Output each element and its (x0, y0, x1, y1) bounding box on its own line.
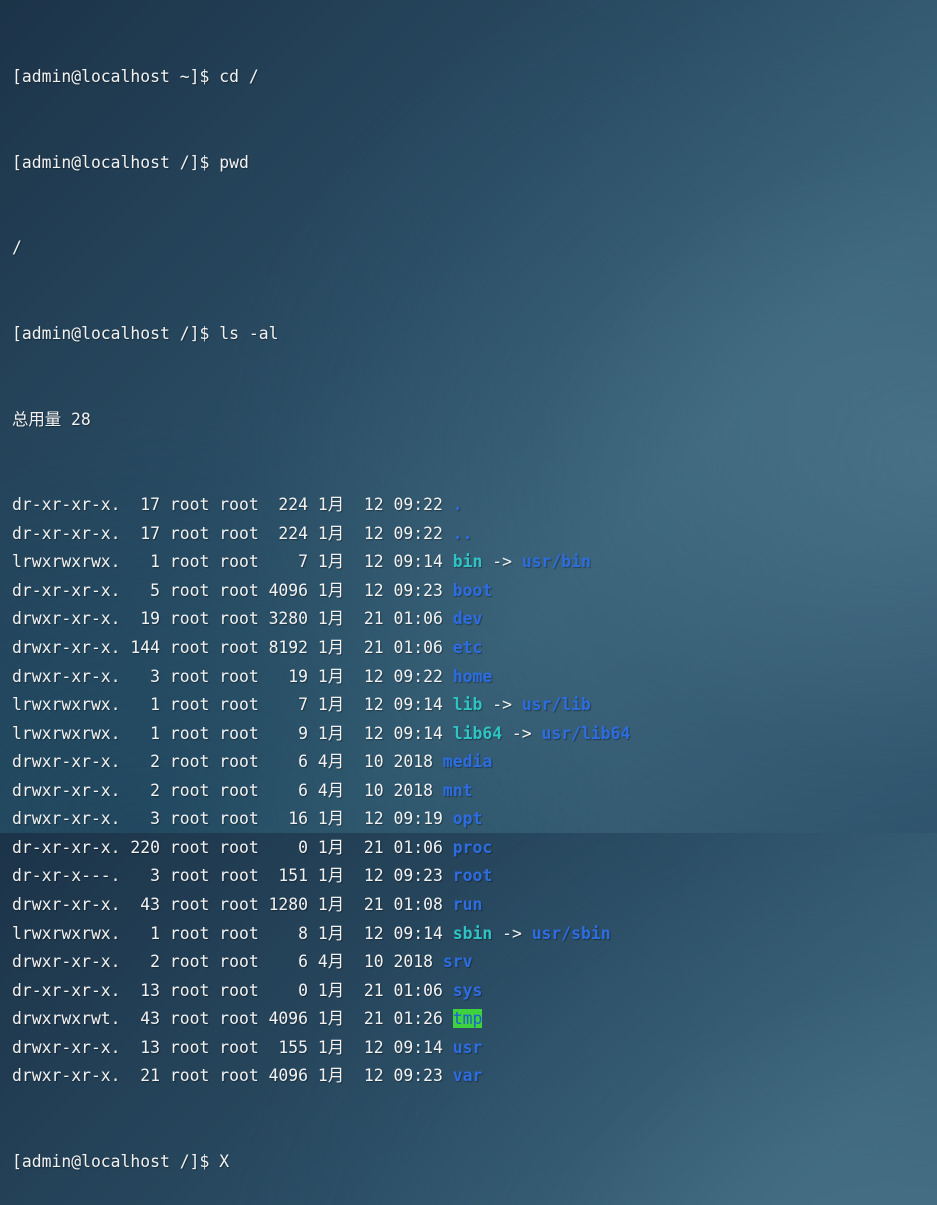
ls-entry-meta: dr-xr-x---. 3 root root 151 1月 12 09:23 (12, 866, 453, 886)
ls-entry-name: usr (452, 1037, 483, 1057)
ls-entry-meta: drwxr-xr-x. 21 root root 4096 1月 12 09:2… (12, 1066, 453, 1086)
ls-entry-meta: drwxr-xr-x. 43 root root 1280 1月 21 01:0… (12, 894, 453, 914)
ls-entry-meta: drwxr-xr-x. 3 root root 19 1月 12 09:22 (12, 666, 453, 686)
ls-entry-name: .. (452, 523, 473, 543)
ls-entry-meta: drwxr-xr-x. 19 root root 3280 1月 21 01:0… (12, 609, 453, 629)
command-text: cd / (219, 67, 259, 87)
command-line-current[interactable]: [admin@localhost /]$ X (12, 1148, 932, 1177)
ls-entry-meta: dr-xr-xr-x. 5 root root 4096 1月 12 09:23 (12, 580, 453, 600)
ls-entry-row: drwxr-xr-x. 2 root root 6 4月 10 2018 srv (12, 948, 932, 977)
ls-entry-meta: drwxr-xr-x. 144 root root 8192 1月 21 01:… (12, 638, 453, 658)
ls-entry-meta: dr-xr-xr-x. 17 root root 224 1月 12 09:22 (12, 495, 453, 515)
ls-entry-row: dr-xr-xr-x. 220 root root 0 1月 21 01:06 … (12, 834, 932, 863)
ls-entry-meta: drwxr-xr-x. 2 root root 6 4月 10 2018 (12, 780, 443, 800)
ls-entry-row: dr-xr-xr-x. 17 root root 224 1月 12 09:22… (12, 520, 932, 549)
ls-total-line: 总用量 28 (12, 409, 91, 429)
ls-entry-row: drwxr-xr-x. 144 root root 8192 1月 21 01:… (12, 634, 932, 663)
ls-entry-row: dr-xr-x---. 3 root root 151 1月 12 09:23 … (12, 862, 932, 891)
ls-entry-meta: dr-xr-xr-x. 220 root root 0 1月 21 01:06 (12, 837, 453, 857)
ls-entry-row: lrwxrwxrwx. 1 root root 8 1月 12 09:14 sb… (12, 920, 932, 949)
ls-entry-name: opt (452, 809, 483, 829)
symlink-target: usr/lib64 (541, 723, 631, 743)
ls-entry-meta: drwxr-xr-x. 2 root root 6 4月 10 2018 (12, 752, 443, 772)
ls-entry-name: run (452, 894, 483, 914)
ls-entry-name: proc (452, 837, 493, 857)
ls-listing: dr-xr-xr-x. 17 root root 224 1月 12 09:22… (12, 491, 932, 1090)
symlink-arrow: -> (502, 723, 542, 743)
ls-entry-name: boot (452, 580, 493, 600)
ls-entry-meta: dr-xr-xr-x. 13 root root 0 1月 21 01:06 (12, 980, 453, 1000)
ls-entry-row: drwxr-xr-x. 43 root root 1280 1月 21 01:0… (12, 891, 932, 920)
ls-entry-row: drwxr-xr-x. 19 root root 3280 1月 21 01:0… (12, 605, 932, 634)
symlink-arrow: -> (482, 695, 522, 715)
shell-prompt: [admin@localhost /]$ (12, 324, 220, 344)
ls-entry-name: root (452, 866, 493, 886)
ls-entry-name: tmp (452, 1009, 483, 1029)
ls-entry-meta: lrwxrwxrwx. 1 root root 9 1月 12 09:14 (12, 723, 453, 743)
ls-entry-row: lrwxrwxrwx. 1 root root 7 1月 12 09:14 bi… (12, 548, 932, 577)
command-line-ls: [admin@localhost /]$ ls -al (12, 320, 932, 349)
ls-entry-row: dr-xr-xr-x. 5 root root 4096 1月 12 09:23… (12, 577, 932, 606)
command-text: ls -al (219, 324, 279, 344)
pwd-output: / (12, 238, 22, 258)
ls-entry-name: var (452, 1066, 483, 1086)
ls-entry-row: drwxr-xr-x. 13 root root 155 1月 12 09:14… (12, 1034, 932, 1063)
ls-entry-row: drwxr-xr-x. 3 root root 16 1月 12 09:19 o… (12, 805, 932, 834)
ls-entry-name: sys (452, 980, 483, 1000)
command-line-pwd: [admin@localhost /]$ pwd (12, 149, 932, 178)
ls-entry-name: bin (452, 552, 483, 572)
symlink-arrow: -> (492, 923, 532, 943)
symlink-arrow: -> (482, 552, 522, 572)
ls-entry-meta: lrwxrwxrwx. 1 root root 8 1月 12 09:14 (12, 923, 453, 943)
shell-prompt: [admin@localhost /]$ (12, 1151, 220, 1171)
ls-entry-row: drwxr-xr-x. 2 root root 6 4月 10 2018 med… (12, 748, 932, 777)
ls-entry-row: drwxrwxrwt. 43 root root 4096 1月 21 01:2… (12, 1005, 932, 1034)
ls-entry-row: drwxr-xr-x. 2 root root 6 4月 10 2018 mnt (12, 777, 932, 806)
ls-entry-row: dr-xr-xr-x. 13 root root 0 1月 21 01:06 s… (12, 977, 932, 1006)
command-input[interactable]: X (219, 1152, 229, 1171)
symlink-target: usr/lib (521, 695, 591, 715)
ls-entry-name: srv (442, 952, 473, 972)
ls-entry-name: mnt (442, 780, 473, 800)
ls-entry-name: . (452, 495, 463, 515)
ls-entry-name: media (442, 752, 493, 772)
ls-entry-meta: lrwxrwxrwx. 1 root root 7 1月 12 09:14 (12, 695, 453, 715)
ls-entry-name: lib (452, 695, 483, 715)
ls-entry-name: home (452, 666, 493, 686)
ls-entry-row: drwxr-xr-x. 3 root root 19 1月 12 09:22 h… (12, 663, 932, 692)
shell-prompt: [admin@localhost /]$ (12, 152, 220, 172)
ls-entry-meta: drwxr-xr-x. 13 root root 155 1月 12 09:14 (12, 1037, 453, 1057)
ls-entry-row: lrwxrwxrwx. 1 root root 7 1月 12 09:14 li… (12, 691, 932, 720)
ls-entry-name: etc (452, 638, 483, 658)
ls-entry-name: dev (452, 609, 483, 629)
symlink-target: usr/bin (521, 552, 591, 572)
ls-entry-meta: dr-xr-xr-x. 17 root root 224 1月 12 09:22 (12, 523, 453, 543)
ls-entry-name: lib64 (452, 723, 503, 743)
ls-entry-row: drwxr-xr-x. 21 root root 4096 1月 12 09:2… (12, 1062, 932, 1091)
command-text: pwd (219, 152, 249, 172)
command-line-cd: [admin@localhost ~]$ cd / (12, 63, 932, 92)
ls-entry-meta: drwxrwxrwt. 43 root root 4096 1月 21 01:2… (12, 1009, 453, 1029)
shell-prompt: [admin@localhost ~]$ (12, 67, 220, 87)
ls-entry-name: sbin (452, 923, 493, 943)
ls-entry-meta: drwxr-xr-x. 3 root root 16 1月 12 09:19 (12, 809, 453, 829)
ls-entry-meta: drwxr-xr-x. 2 root root 6 4月 10 2018 (12, 952, 443, 972)
ls-entry-row: dr-xr-xr-x. 17 root root 224 1月 12 09:22… (12, 491, 932, 520)
ls-entry-row: lrwxrwxrwx. 1 root root 9 1月 12 09:14 li… (12, 720, 932, 749)
terminal-window[interactable]: [admin@localhost ~]$ cd / [admin@localho… (12, 6, 932, 1171)
symlink-target: usr/sbin (531, 923, 611, 943)
ls-entry-meta: lrwxrwxrwx. 1 root root 7 1月 12 09:14 (12, 552, 453, 572)
